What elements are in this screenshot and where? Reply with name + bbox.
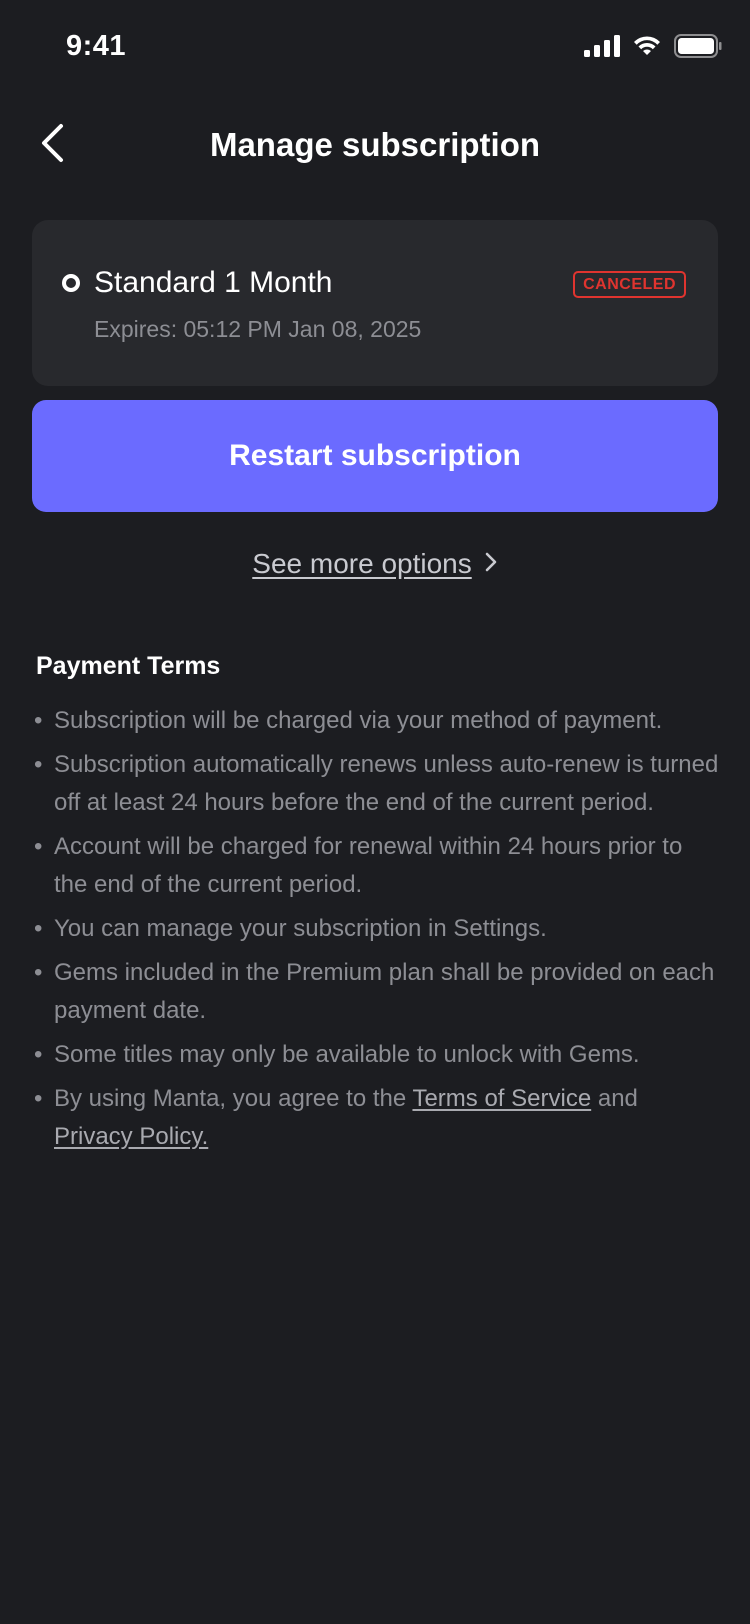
status-bar: 9:41: [0, 0, 750, 96]
plan-name: Standard 1 Month: [94, 266, 333, 299]
bullet-icon: •: [34, 833, 43, 860]
radio-indicator-icon: [62, 274, 80, 292]
manage-subscription-screen: 9:41 Manage subscription Standard 1 Mont…: [0, 0, 750, 1624]
list-item: • You can manage your subscription in Se…: [30, 910, 720, 948]
bullet-icon: •: [34, 751, 43, 778]
bullet-icon: •: [34, 915, 43, 942]
terms-item-text: Gems included in the Premium plan shall …: [54, 959, 715, 1024]
bullet-icon: •: [34, 1085, 43, 1112]
page-title: Manage subscription: [209, 126, 541, 163]
terms-item-text: Subscription will be charged via your me…: [54, 707, 663, 734]
payment-terms-list: • Subscription will be charged via your …: [30, 702, 720, 1162]
status-badge: CANCELED: [573, 271, 686, 298]
bullet-icon: •: [34, 707, 43, 734]
privacy-policy-link[interactable]: Privacy Policy.: [54, 1123, 208, 1150]
see-more-options-label: See more options: [252, 548, 472, 579]
payment-terms-heading: Payment Terms: [36, 652, 221, 680]
chevron-right-icon: [484, 551, 498, 578]
terms-item-text: You can manage your subscription in Sett…: [54, 915, 547, 942]
wifi-icon: [632, 35, 662, 62]
restart-subscription-button[interactable]: Restart subscription: [32, 400, 718, 512]
bullet-icon: •: [34, 1041, 43, 1068]
status-icons: [584, 34, 722, 63]
bullet-icon: •: [34, 959, 43, 986]
list-item: • Subscription will be charged via your …: [30, 702, 720, 740]
expiry-date: Expires: 05:12 PM Jan 08, 2025: [94, 316, 422, 342]
terms-item-text: Subscription automatically renews unless…: [54, 751, 719, 816]
list-item: • Gems included in the Premium plan shal…: [30, 954, 720, 1030]
list-item: • Subscription automatically renews unle…: [30, 746, 720, 822]
see-more-options-link[interactable]: See more options: [0, 548, 750, 580]
agreement-conjunction: and: [591, 1085, 638, 1112]
subscription-card: Standard 1 Month CANCELED Expires: 05:12…: [32, 220, 718, 386]
battery-icon: [674, 34, 722, 63]
header: Manage subscription: [0, 110, 750, 180]
cellular-signal-icon: [584, 35, 620, 62]
terms-item-text: Some titles may only be available to unl…: [54, 1041, 640, 1068]
list-item: • Some titles may only be available to u…: [30, 1036, 720, 1074]
terms-item-text: Account will be charged for renewal with…: [54, 833, 683, 898]
terms-item-text: By using Manta, you agree to the Terms o…: [54, 1085, 638, 1150]
terms-of-service-link[interactable]: Terms of Service: [412, 1085, 591, 1112]
list-item: • Account will be charged for renewal wi…: [30, 828, 720, 904]
status-time: 9:41: [66, 30, 127, 62]
list-item: • By using Manta, you agree to the Terms…: [30, 1080, 720, 1156]
agreement-prefix: By using Manta, you agree to the: [54, 1085, 413, 1112]
